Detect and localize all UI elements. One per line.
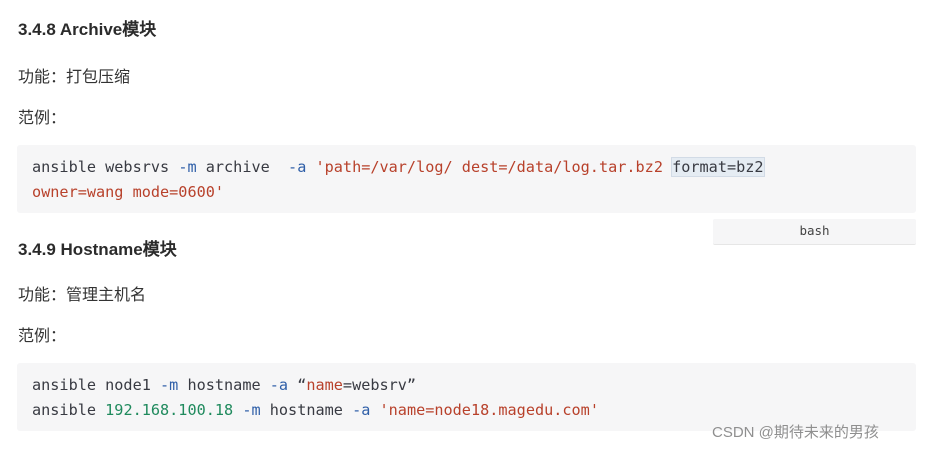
code-token-plain: ansible node1: [32, 376, 161, 394]
code-line: owner=wang mode=0600': [32, 180, 916, 205]
code-token-kw: -m: [178, 158, 197, 176]
archive-function-text: 功能：打包压缩: [18, 69, 131, 86]
code-block-archive: ansible websrvs -m archive -a 'path=/var…: [17, 145, 916, 213]
hostname-function-text: 功能：管理主机名: [18, 287, 147, 304]
code-token-plain: archive: [196, 158, 289, 176]
code-language-badge[interactable]: bash: [713, 219, 916, 245]
code-token-plain: hostname: [178, 376, 270, 394]
code-token-str: 'name=node18.magedu.com': [379, 401, 599, 419]
code-token-plain: hostname: [260, 401, 353, 419]
section-heading-archive: 3.4.8 Archive模块: [18, 20, 157, 39]
code-token-str: 'path=/var/log/ dest=/data/log.tar.bz2: [315, 158, 673, 176]
watermark-text: CSDN @期待未来的男孩: [712, 424, 879, 441]
code-line: ansible websrvs -m archive -a 'path=/var…: [32, 155, 916, 180]
code-token-plain: ansible websrvs: [32, 158, 179, 176]
hostname-example-label: 范例：: [18, 328, 67, 345]
section-heading-hostname: 3.4.9 Hostname模块: [18, 240, 177, 259]
code-token-kw: -a: [352, 401, 371, 419]
code-token-kw: -m: [160, 376, 179, 394]
code-token-kw: -m: [242, 401, 261, 419]
code-token-plain: ansible: [32, 401, 106, 419]
code-line: ansible node1 -m hostname -a “name=websr…: [32, 373, 916, 398]
code-token-hl: format=bz2: [671, 157, 765, 177]
code-token-kw: -a: [288, 158, 307, 176]
archive-example-label: 范例：: [18, 110, 67, 127]
code-token-kw: -a: [269, 376, 289, 394]
code-token-num: 192.168.100.18: [105, 401, 234, 419]
code-token-plain: =websrv”: [342, 376, 417, 394]
code-token-str: owner=wang mode=0600': [32, 183, 225, 201]
code-token-str: name: [306, 376, 343, 394]
code-token-plain: “: [288, 376, 307, 394]
code-line: ansible 192.168.100.18 -m hostname -a 'n…: [32, 398, 916, 423]
